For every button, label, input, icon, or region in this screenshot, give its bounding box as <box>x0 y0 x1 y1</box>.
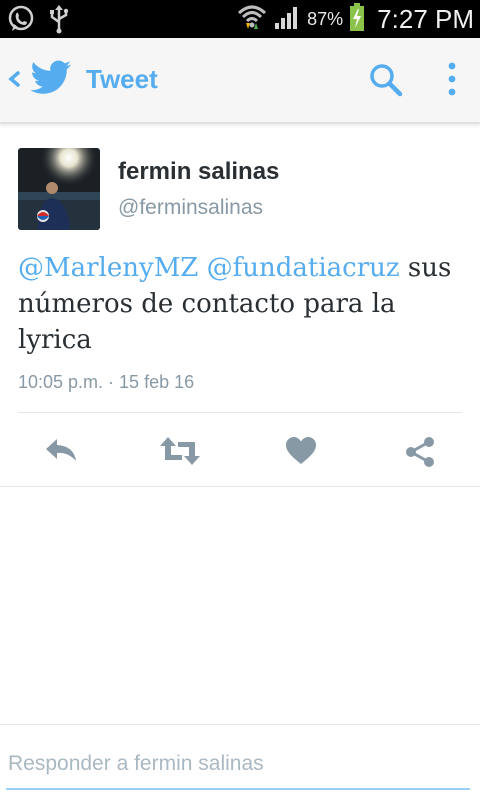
overflow-menu-icon[interactable] <box>444 60 460 105</box>
tweet-timestamp: 10:05 p.m. · 15 feb 16 <box>18 372 195 392</box>
share-icon[interactable] <box>404 436 436 473</box>
avatar[interactable] <box>18 148 100 230</box>
back-chevron-icon[interactable] <box>7 66 21 97</box>
action-bar: Tweet <box>0 38 480 124</box>
tweet-text: @MarlenyMZ @fundatiacruz sus números de … <box>18 250 468 358</box>
reply-input-underline <box>6 788 470 790</box>
tweet-actions <box>0 430 480 474</box>
search-icon[interactable] <box>368 62 404 103</box>
wifi-icon <box>237 3 267 36</box>
twitter-bird-icon[interactable] <box>30 60 72 101</box>
whatsapp-icon <box>6 4 36 39</box>
author-name[interactable]: fermin salinas <box>118 158 279 186</box>
reply-input[interactable]: Responder a fermin salinas <box>8 752 264 776</box>
mention-link[interactable]: @fundatiacruz <box>207 253 400 283</box>
clock: 7:27 PM <box>377 3 474 34</box>
mention-link[interactable]: @MarlenyMZ <box>18 253 198 283</box>
usb-icon <box>48 4 70 39</box>
divider <box>18 412 462 413</box>
battery-percent: 87% <box>307 8 344 29</box>
retweet-icon[interactable] <box>160 436 200 471</box>
page-title: Tweet <box>86 64 158 94</box>
reply-icon[interactable] <box>44 436 78 469</box>
divider <box>0 486 480 487</box>
like-icon[interactable] <box>285 436 317 471</box>
battery-charging-icon <box>349 2 365 37</box>
author-handle[interactable]: @ferminsalinas <box>118 196 263 220</box>
signal-icon <box>273 3 301 36</box>
status-bar: 87% 7:27 PM <box>0 0 480 38</box>
divider <box>0 724 480 725</box>
